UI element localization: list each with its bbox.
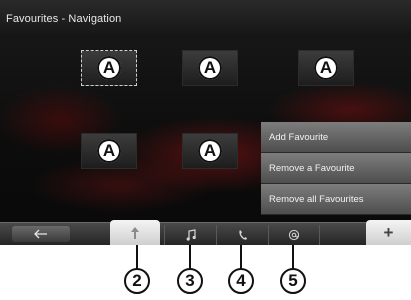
favourite-slot-4[interactable]: A [81,133,137,169]
callout-leader [240,245,242,269]
remove-favourite-menu-item[interactable]: Remove a Favourite [261,153,411,184]
back-button[interactable] [12,226,70,242]
callout-3: 3 [177,268,203,294]
navigation-arrow-icon [131,226,139,239]
callout-leader [136,245,138,269]
favourite-slot-5[interactable]: A [182,133,238,169]
tab-music[interactable] [164,225,216,245]
callout-leader [189,245,191,269]
favourite-slot-3[interactable]: A [298,50,354,86]
music-note-icon [186,229,196,241]
callout-leader [292,245,294,269]
favourites-menu: Add Favourite Remove a Favourite Remove … [261,122,411,215]
favourite-slot-2[interactable]: A [182,50,238,86]
tab-web[interactable] [268,225,320,245]
back-arrow-icon [34,229,47,239]
at-sign-icon [288,229,300,241]
tab-phone[interactable] [216,225,268,245]
favourite-label: A [198,56,222,80]
callout-4: 4 [228,268,254,294]
callout-5: 5 [280,268,306,294]
page-title: Favourites - Navigation [6,13,122,25]
remove-all-favourites-menu-item[interactable]: Remove all Favourites [261,184,411,215]
tab-navigation[interactable] [110,220,160,245]
favourite-label: A [97,139,121,163]
phone-icon [238,230,247,240]
add-favourite-menu-item[interactable]: Add Favourite [261,122,411,153]
title-bar: Favourites - Navigation [0,0,411,38]
favourites-screen: Favourites - Navigation A A A A A Add Fa… [0,0,411,245]
favourite-label: A [97,56,121,80]
callout-2: 2 [124,268,150,294]
favourite-label: A [198,139,222,163]
favourite-label: A [314,56,338,80]
favourite-slot-1[interactable]: A [81,50,137,86]
add-button[interactable]: + [366,220,411,245]
